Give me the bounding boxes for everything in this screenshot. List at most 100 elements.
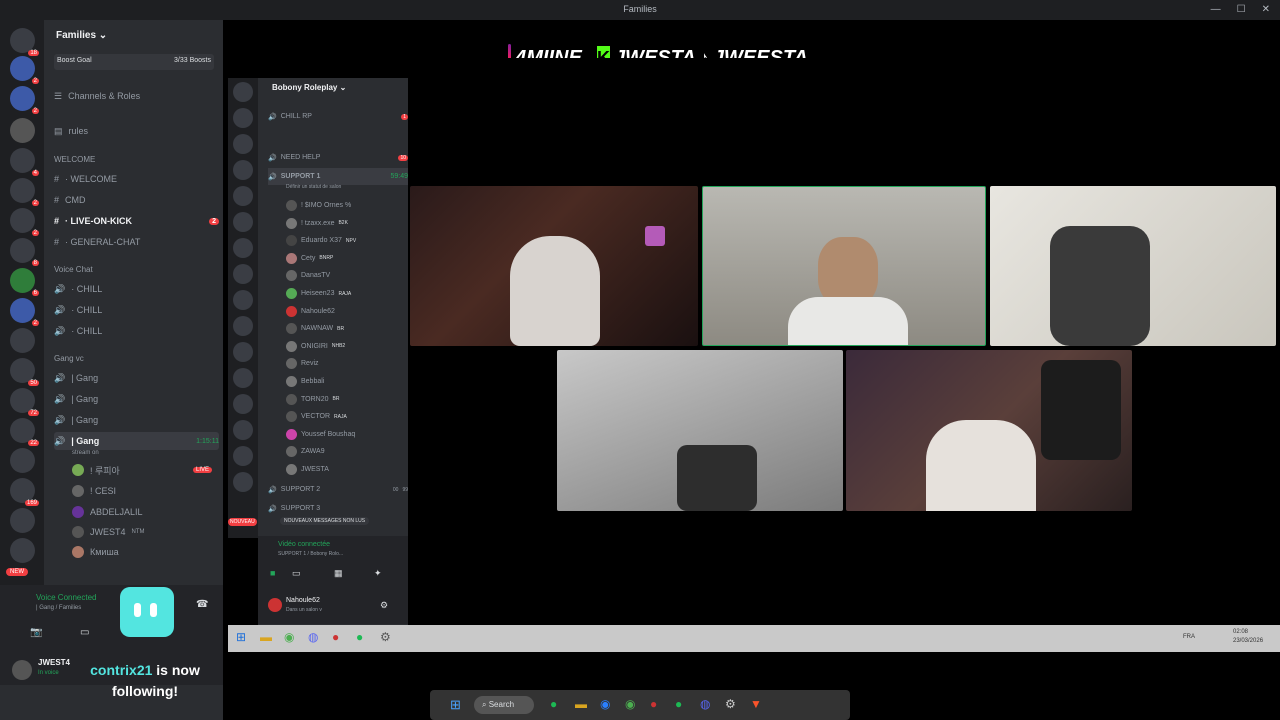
disconnect-icon[interactable]: ☎ — [196, 599, 208, 610]
rules-channel[interactable]: ▤ rules — [54, 122, 219, 140]
inner-member-item[interactable]: Cety BNRP — [286, 250, 401, 267]
inner-channel-active[interactable]: 🔊 SUPPORT 1 59:49 — [268, 168, 408, 185]
member-item[interactable]: ABDELJALIL — [72, 503, 212, 521]
server-icon[interactable]: 2 — [10, 298, 39, 326]
gear-icon[interactable]: ⚙ — [380, 600, 388, 611]
server-icon[interactable] — [233, 238, 253, 258]
activities-icon[interactable]: ▦ — [334, 568, 343, 579]
inner-member-item[interactable]: DanasTV — [286, 267, 401, 284]
app-icon[interactable]: ● — [332, 630, 339, 644]
server-icon[interactable] — [233, 264, 253, 284]
inner-member-item[interactable]: Nahoule62 — [286, 303, 401, 320]
gang-channel[interactable]: 🔊 | Gang — [54, 369, 219, 387]
chrome-icon[interactable]: ◉ — [625, 697, 635, 711]
app-icon[interactable]: ● — [550, 697, 557, 711]
inner-member-item[interactable]: VECTOR RAJA — [286, 408, 401, 425]
channels-roles[interactable]: ☰ Channels & Roles — [54, 87, 219, 105]
server-icon[interactable] — [233, 342, 253, 362]
server-icon[interactable] — [10, 118, 35, 143]
server-icon[interactable] — [233, 394, 253, 414]
windows-start-icon[interactable]: ⊞ — [450, 697, 461, 713]
screen-share-icon[interactable]: ▭ — [292, 568, 301, 579]
server-icon[interactable] — [10, 328, 35, 353]
video-tile[interactable] — [410, 186, 698, 346]
discord-icon[interactable]: ◍ — [308, 630, 318, 644]
server-icon[interactable] — [233, 472, 253, 492]
inner-server-name[interactable]: Bobony Roleplay ⌄ — [272, 83, 346, 92]
gang-channel[interactable]: 🔊 | Gang — [54, 390, 219, 408]
server-icon[interactable] — [10, 448, 35, 473]
avatar[interactable] — [268, 598, 282, 612]
server-icon[interactable]: 2 — [10, 86, 39, 114]
gang-channel-active[interactable]: 🔊 | Gang 1:15:11 — [54, 432, 219, 450]
folder-icon[interactable]: ▬ — [575, 697, 587, 711]
soundboard-icon[interactable]: ✦ — [374, 568, 382, 579]
avatar[interactable] — [12, 660, 32, 680]
language-indicator[interactable]: FRA — [1183, 634, 1195, 640]
category-voice[interactable]: Voice Chat — [54, 265, 93, 274]
server-icon[interactable] — [233, 108, 253, 128]
category-welcome[interactable]: WELCOME — [54, 155, 95, 164]
camera-icon[interactable]: 📷 — [30, 627, 42, 638]
server-icon[interactable] — [233, 420, 253, 440]
server-icon[interactable]: 72 — [10, 388, 39, 416]
member-item[interactable]: ! CESI — [72, 482, 212, 500]
channel-live-on-kick[interactable]: # · LIVE-ON-KICK 2 — [54, 212, 219, 230]
voice-channel[interactable]: 🔊 · CHILL — [54, 322, 219, 340]
server-icon[interactable]: 50 — [10, 358, 39, 386]
video-tile[interactable] — [846, 350, 1132, 511]
inner-channel[interactable]: 🔊 NEED HELP 10 — [268, 149, 408, 166]
server-icon[interactable] — [233, 212, 253, 232]
server-icon[interactable] — [233, 186, 253, 206]
gear-icon[interactable]: ⚙ — [380, 630, 391, 644]
spotify-icon[interactable]: ● — [356, 630, 363, 644]
channel-welcome[interactable]: # · WELCOME — [54, 170, 219, 188]
inner-channel[interactable]: 🔊 SUPPORT 3 — [268, 500, 408, 517]
voice-channel[interactable]: 🔊 · CHILL — [54, 301, 219, 319]
folder-icon[interactable]: ▬ — [260, 630, 272, 644]
inner-member-item[interactable]: ONIGIRI NHB2 — [286, 338, 401, 355]
screen-share-icon[interactable]: ▭ — [80, 627, 89, 638]
inner-member-item[interactable]: JWESTA — [286, 461, 401, 478]
windows-start-icon[interactable]: ⊞ — [236, 630, 246, 644]
spotify-icon[interactable]: ● — [675, 697, 682, 711]
discord-icon[interactable]: ◍ — [700, 697, 710, 711]
channel-general-chat[interactable]: # · GENERAL-CHAT — [54, 233, 219, 251]
server-icon[interactable] — [233, 134, 253, 154]
server-icon[interactable] — [233, 160, 253, 180]
server-icon[interactable]: 6 — [10, 268, 39, 296]
server-icon[interactable]: 18 — [10, 28, 39, 56]
inner-member-item[interactable]: Bebbali — [286, 373, 401, 390]
inner-member-item[interactable]: Heiseen23 RAJA — [286, 285, 401, 302]
member-item[interactable]: JWEST4 NTM — [72, 523, 212, 541]
inner-member-item[interactable]: ZAWA9 — [286, 443, 401, 460]
server-name[interactable]: Families ⌄ — [56, 30, 107, 41]
channel-cmd[interactable]: # CMD — [54, 191, 219, 209]
minimize-icon[interactable]: — — [1211, 4, 1221, 15]
close-icon[interactable]: ✕ — [1262, 4, 1270, 15]
server-icon[interactable]: 4 — [10, 148, 39, 176]
camera-icon[interactable]: ■ — [270, 568, 275, 578]
member-item[interactable]: ! 루피아 LIVE — [72, 461, 212, 479]
video-tile-speaking[interactable] — [702, 186, 986, 346]
inner-channel[interactable]: 🔊 CHILL RP 1 — [268, 108, 408, 125]
clock-time[interactable]: 02:08 — [1233, 629, 1248, 635]
new-messages-pill[interactable]: NOUVEAUX MESSAGES NON LUS — [280, 517, 370, 525]
clock-date[interactable]: 23/03/2026 — [1233, 638, 1263, 644]
server-icon[interactable]: 22 — [10, 418, 39, 446]
chrome-icon[interactable]: ◉ — [284, 630, 294, 644]
server-icon[interactable]: 2 — [10, 56, 39, 84]
maximize-icon[interactable]: ☐ — [1237, 4, 1246, 15]
server-icon[interactable] — [233, 446, 253, 466]
inner-member-item[interactable]: Eduardo X37 NPV — [286, 232, 401, 249]
inner-member-item[interactable]: ! $IMO Ornes % — [286, 197, 401, 214]
server-icon[interactable] — [233, 316, 253, 336]
app-icon[interactable]: ● — [650, 697, 657, 711]
voice-channel[interactable]: 🔊 · CHILL — [54, 280, 219, 298]
settings-icon[interactable]: ⚙ — [725, 697, 736, 711]
video-tile[interactable] — [990, 186, 1276, 346]
server-icon[interactable]: 2 — [10, 178, 39, 206]
brave-icon[interactable]: ▼ — [750, 697, 762, 711]
inner-channel[interactable]: 🔊 SUPPORT 2 00 99 — [268, 481, 408, 498]
server-icon[interactable] — [10, 508, 35, 533]
